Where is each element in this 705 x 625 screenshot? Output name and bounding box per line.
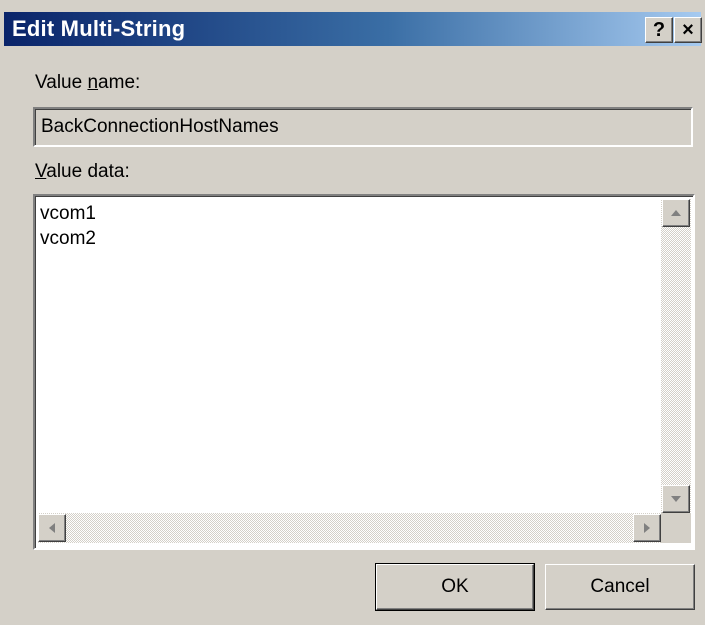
horizontal-scrollbar[interactable]	[38, 513, 661, 543]
value-data-label: Value data:	[35, 161, 130, 182]
cancel-button[interactable]: Cancel	[545, 564, 695, 610]
ok-button[interactable]: OK	[375, 563, 535, 611]
scroll-right-button[interactable]	[633, 514, 661, 542]
value-name-label: Value name:	[35, 72, 141, 93]
help-button[interactable]: ?	[645, 17, 673, 43]
scrollbar-corner	[661, 513, 691, 543]
help-icon: ?	[652, 18, 666, 41]
value-name-field[interactable]: BackConnectionHostNames	[33, 107, 693, 147]
scroll-up-button[interactable]	[662, 199, 690, 227]
value-data-textarea[interactable]: vcom1 vcom2	[33, 194, 695, 550]
edit-multi-string-dialog: Edit Multi-String ? × Value name: BackCo…	[0, 0, 705, 625]
value-data-line: vcom1	[40, 203, 96, 224]
close-button[interactable]: ×	[674, 17, 702, 43]
value-data-lines[interactable]: vcom1 vcom2	[40, 201, 96, 251]
triangle-left-icon	[49, 523, 55, 533]
title-bar[interactable]: Edit Multi-String ? ×	[4, 12, 702, 46]
triangle-down-icon	[671, 496, 681, 502]
value-data-line: vcom2	[40, 228, 96, 249]
triangle-right-icon	[644, 523, 650, 533]
triangle-up-icon	[671, 210, 681, 216]
dialog-title: Edit Multi-String	[12, 16, 186, 41]
scroll-down-button[interactable]	[662, 485, 690, 513]
scroll-left-button[interactable]	[38, 514, 66, 542]
close-icon: ×	[682, 18, 694, 41]
vertical-scrollbar[interactable]	[661, 199, 691, 513]
